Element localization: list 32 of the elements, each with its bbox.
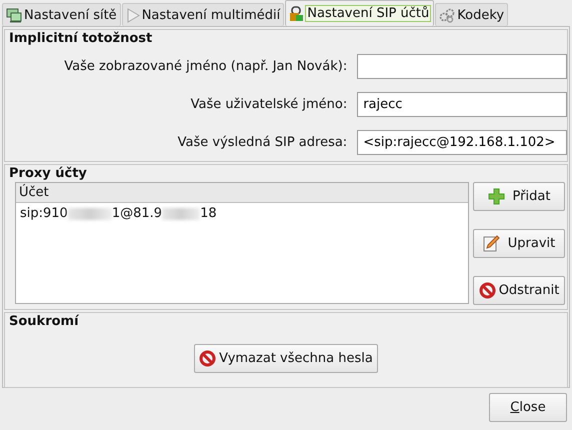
account-text: sip:910: [20, 206, 68, 221]
field-label: Vaše uživatelské jméno:: [190, 96, 348, 112]
blurred-text: [68, 208, 112, 220]
tab[interactable]: Nastavení sítě: [2, 3, 121, 26]
section-title: Implicitní totožnost: [8, 30, 154, 47]
gears-icon: [439, 8, 456, 22]
section-title: Soukromí: [8, 313, 80, 330]
tab[interactable]: Nastavení multimédií: [122, 3, 284, 26]
blurred-text: [162, 208, 200, 220]
clear-passwords-button[interactable]: Vymazat všechna hesla: [194, 344, 378, 373]
account-button[interactable]: Upravit: [473, 229, 565, 258]
close-button[interactable]: Close: [489, 393, 567, 422]
field-label: Vaše zobrazované jméno (např. Jan Novák):: [63, 58, 348, 74]
field-label: Vaše výsledná SIP adresa:: [176, 134, 348, 150]
section-title: Proxy účty: [8, 165, 88, 182]
lock-icon: [289, 6, 304, 22]
input-field[interactable]: <sip:rajecc@192.168.1.102>: [357, 130, 567, 154]
tab[interactable]: Nastavení SIP účtů: [285, 0, 434, 26]
computer-icon: [6, 8, 22, 22]
column-header: Účet: [16, 183, 468, 203]
pencil-note-icon: [482, 235, 500, 252]
forbidden-icon: [478, 282, 496, 299]
input-field[interactable]: [357, 54, 567, 78]
account-text: 18: [200, 206, 217, 221]
play-icon: [126, 8, 140, 22]
account-button[interactable]: Přidat: [473, 182, 565, 211]
account-button[interactable]: Odstranit: [473, 276, 565, 305]
input-field[interactable]: rajecc: [357, 92, 567, 116]
account-text: 1@81.9: [112, 206, 162, 221]
forbidden-icon: [199, 350, 216, 367]
tab[interactable]: Kodeky: [435, 3, 508, 26]
plus-icon: [488, 188, 505, 205]
